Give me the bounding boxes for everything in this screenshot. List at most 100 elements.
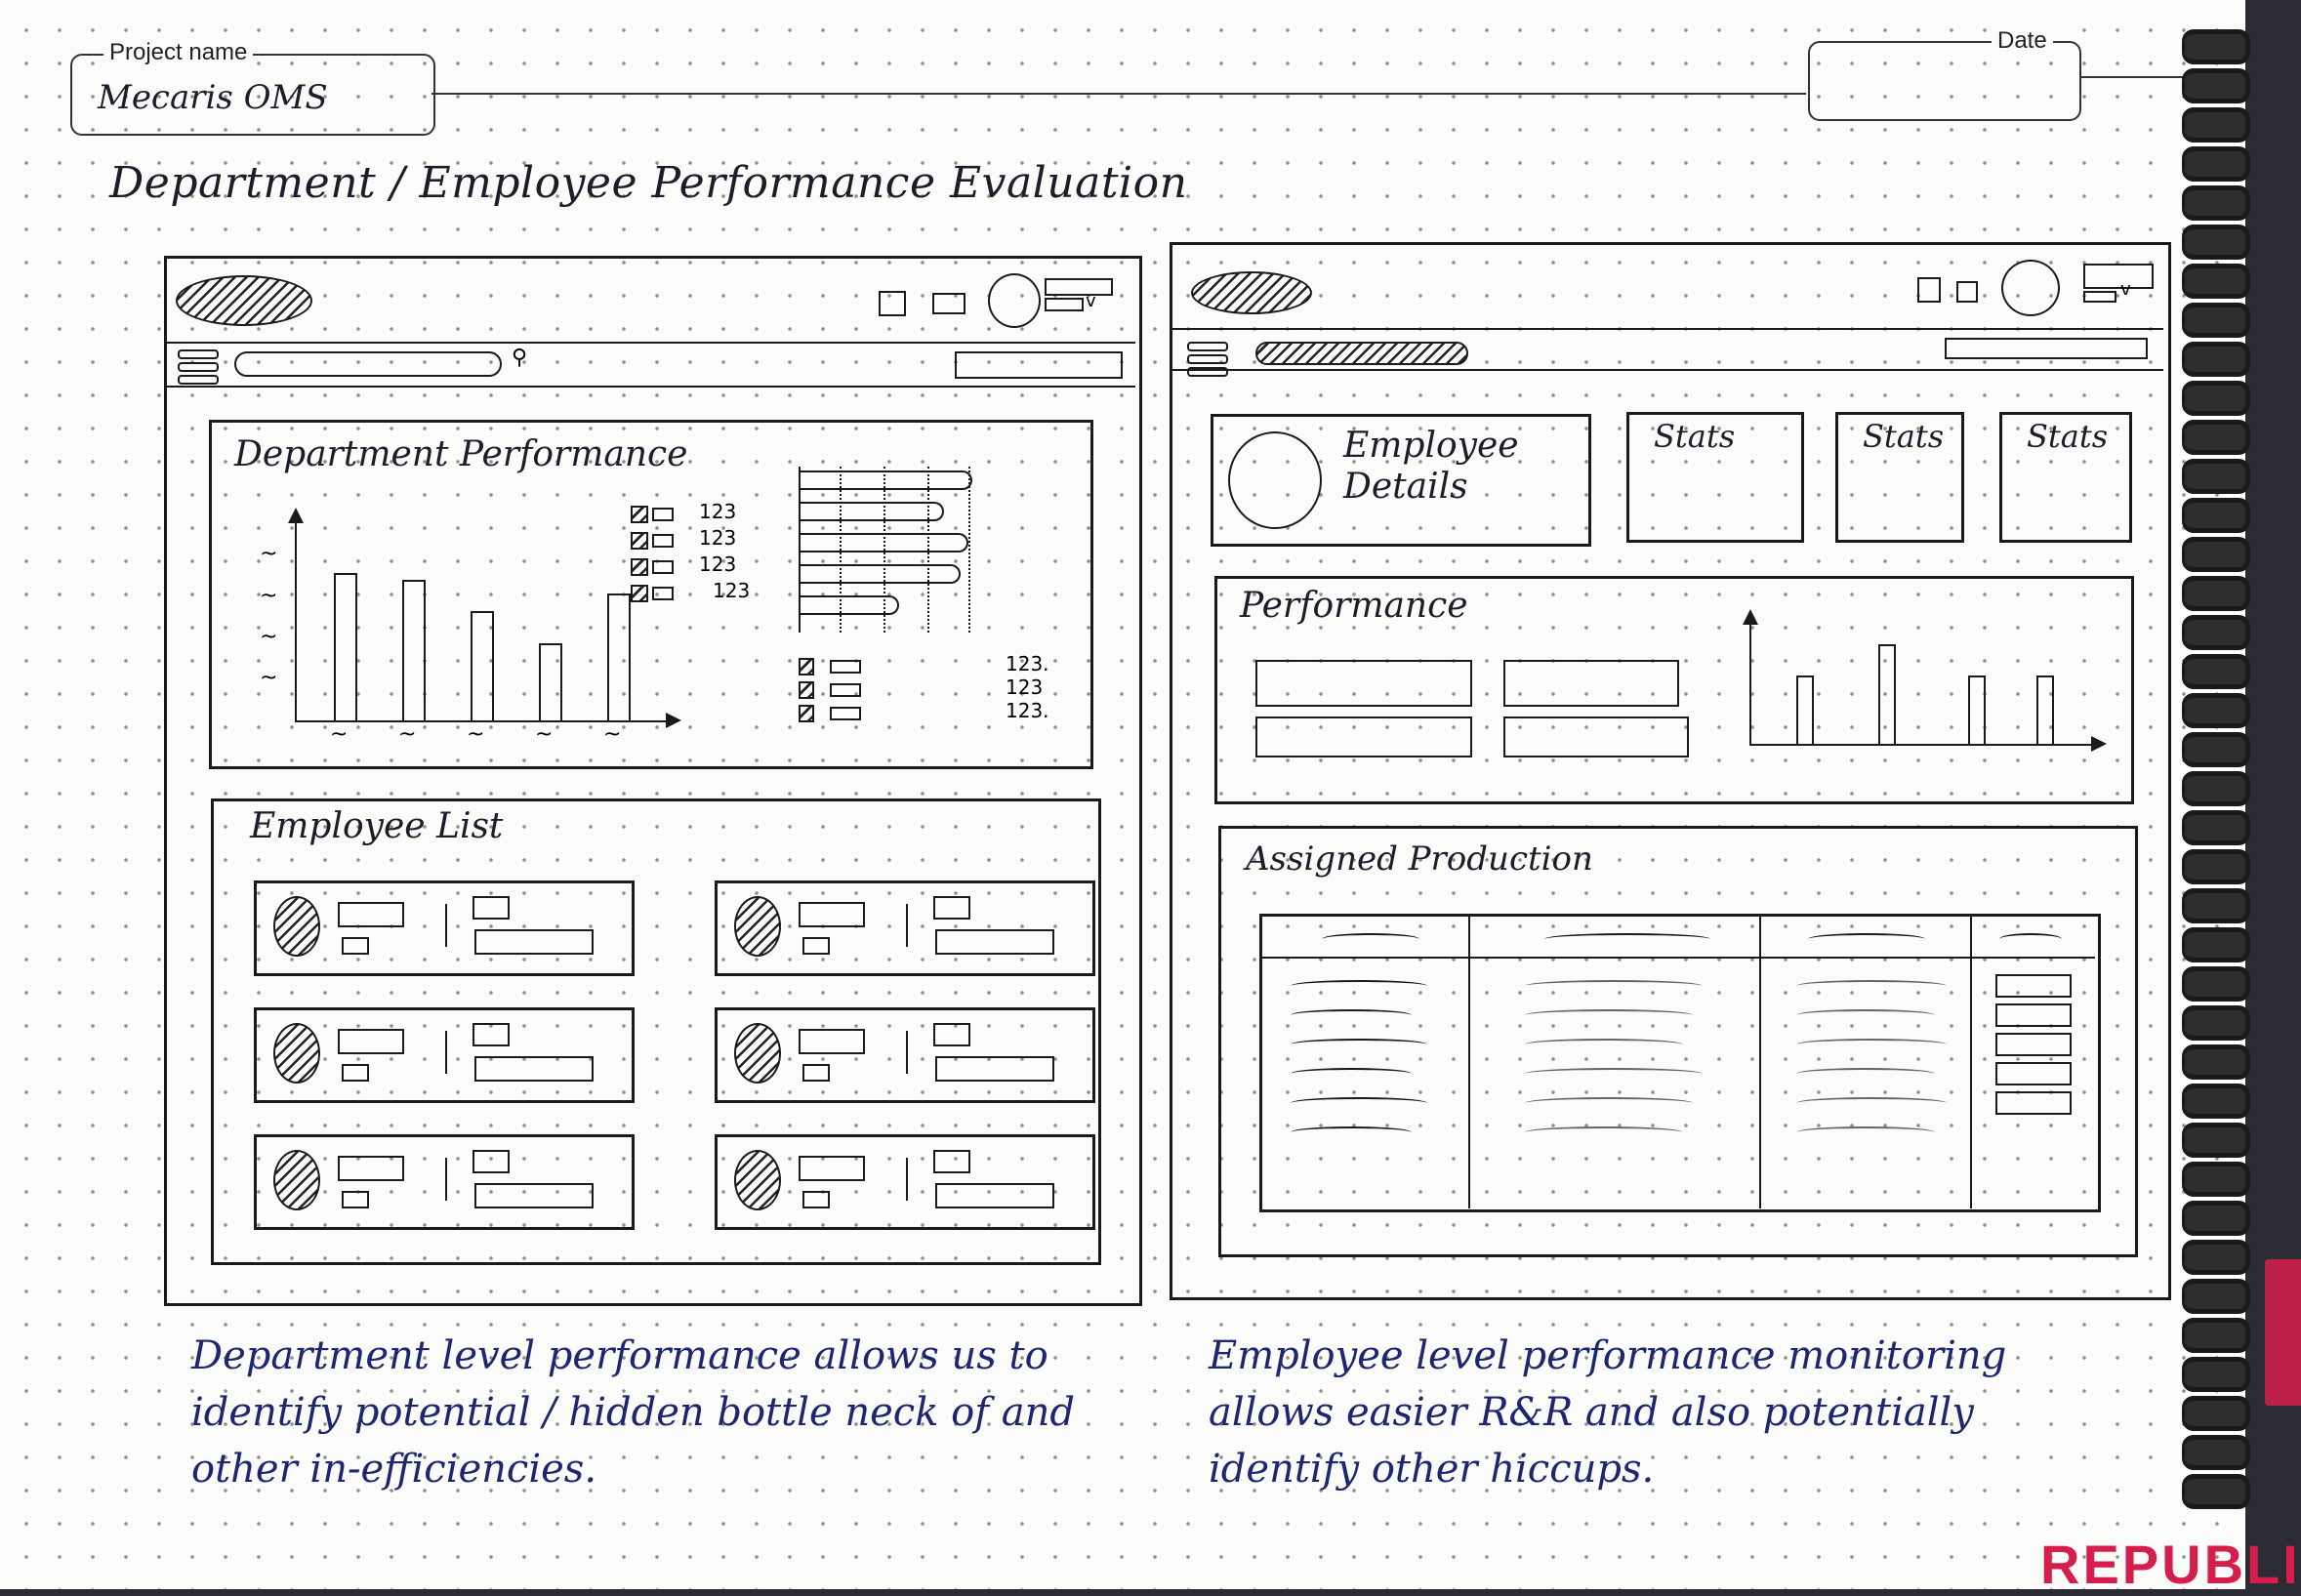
search-input[interactable] xyxy=(234,351,502,377)
employee-stat-bar xyxy=(474,929,594,955)
legend-value: 123 xyxy=(699,500,737,523)
avatar[interactable] xyxy=(2001,260,2060,316)
employee-name-placeholder xyxy=(338,1156,404,1181)
legend-swatch xyxy=(631,532,648,550)
hchart-grid xyxy=(883,467,885,633)
employee-name-placeholder xyxy=(799,902,865,927)
spiral-coil xyxy=(2182,1201,2250,1236)
chart-y-arrow xyxy=(288,508,304,523)
left-note: Department level performance allows us t… xyxy=(191,1333,1075,1492)
spiral-coil xyxy=(2182,420,2250,455)
employee-stat-placeholder xyxy=(933,896,970,920)
employee-photo xyxy=(1228,431,1322,529)
x-tick-label: ~ xyxy=(398,722,417,747)
chart-x-arrow xyxy=(666,713,681,728)
filter-field[interactable] xyxy=(1945,338,2148,359)
cover-mark xyxy=(2265,1259,2301,1406)
spiral-coil xyxy=(2182,615,2250,650)
spiral-coil xyxy=(2182,966,2250,1002)
spiral-coil xyxy=(2182,498,2250,533)
employee-meta-placeholder xyxy=(802,937,830,955)
assigned-production-title: Assigned Production xyxy=(1246,839,1593,879)
y-tick: ~ xyxy=(260,625,278,649)
employee-stat-bar xyxy=(474,1183,594,1208)
chart-bar xyxy=(607,593,631,722)
spiral-coil xyxy=(2182,1474,2250,1509)
user-menu-sub xyxy=(1045,298,1084,311)
employee-stat-bar xyxy=(474,1056,594,1082)
search-input[interactable] xyxy=(1255,342,1468,365)
chevron-down-icon[interactable]: v xyxy=(2120,279,2131,300)
department-performance-title: Department Performance xyxy=(234,434,688,474)
table-cell-placeholder xyxy=(1796,1039,1947,1050)
search-icon[interactable]: ⚲ xyxy=(512,346,527,370)
chart-y-axis xyxy=(295,517,297,722)
navbar-divider xyxy=(166,386,1135,388)
page-title: Department / Employee Performance Evalua… xyxy=(109,158,1188,208)
legend-label-placeholder xyxy=(830,660,861,674)
spiral-coil xyxy=(2182,732,2250,767)
employee-avatar xyxy=(734,1023,781,1084)
table-header-placeholder xyxy=(1999,933,2062,945)
legend-label-placeholder xyxy=(830,683,861,697)
date-label: Date xyxy=(1992,27,2053,55)
employee-meta-placeholder xyxy=(342,937,369,955)
spiral-coil xyxy=(2182,693,2250,728)
logo-placeholder xyxy=(1191,271,1312,314)
filter-field[interactable] xyxy=(955,351,1123,379)
avatar[interactable] xyxy=(988,273,1041,328)
kpi-box xyxy=(1503,660,1679,707)
employee-stat-placeholder xyxy=(473,1023,510,1046)
employee-name-placeholder xyxy=(799,1029,865,1054)
message-icon[interactable] xyxy=(1956,281,1978,303)
employee-card-divider xyxy=(906,1158,908,1201)
menu-icon[interactable] xyxy=(178,349,219,388)
table-cell-placeholder xyxy=(1291,1068,1412,1080)
employee-avatar xyxy=(273,1150,320,1210)
chart-bar xyxy=(402,580,426,722)
user-menu[interactable] xyxy=(2083,264,2154,289)
employee-card-divider xyxy=(906,904,908,947)
employee-stat-bar xyxy=(935,929,1054,955)
x-tick-label: ~ xyxy=(330,722,349,747)
spiral-coil xyxy=(2182,29,2250,64)
spiral-coil xyxy=(2182,1044,2250,1080)
spiral-coil xyxy=(2182,1123,2250,1158)
legend-swatch xyxy=(799,705,814,722)
legend-swatch xyxy=(799,681,814,699)
performance-bar xyxy=(2036,675,2054,746)
spiral-coil xyxy=(2182,1396,2250,1431)
employee-avatar xyxy=(734,1150,781,1210)
performance-bar xyxy=(1968,675,1986,746)
table-action-button xyxy=(1995,1003,2072,1027)
chevron-down-icon[interactable]: v xyxy=(1086,291,1096,311)
navbar-divider xyxy=(1171,369,2163,371)
legend-value: 123 xyxy=(699,552,737,576)
employee-card-divider xyxy=(445,1031,447,1074)
spiral-coil xyxy=(2182,576,2250,611)
legend-swatch xyxy=(631,558,648,576)
table-cell-placeholder xyxy=(1291,1097,1427,1109)
legend-swatch xyxy=(631,585,648,602)
x-tick-label: ~ xyxy=(603,722,622,747)
spiral-coil xyxy=(2182,537,2250,572)
message-icon[interactable] xyxy=(932,293,966,314)
menu-icon[interactable] xyxy=(1187,342,1228,380)
chart-bar xyxy=(539,642,562,722)
user-menu[interactable] xyxy=(1045,278,1113,296)
x-tick-label: ~ xyxy=(467,722,485,747)
table-cell-placeholder xyxy=(1796,1126,1935,1138)
hchart-grid xyxy=(840,467,842,633)
chart-bar xyxy=(334,572,357,722)
table-action-button xyxy=(1995,1033,2072,1056)
spiral-coil xyxy=(2182,146,2250,182)
table-cell-placeholder xyxy=(1525,1009,1693,1021)
notification-icon[interactable] xyxy=(879,291,906,316)
hchart-grid xyxy=(927,467,929,633)
perf-chart-y-axis xyxy=(1749,621,1751,746)
table-cell-placeholder xyxy=(1796,980,1947,992)
notification-icon[interactable] xyxy=(1917,277,1941,303)
hchart-bar xyxy=(799,471,973,490)
table-header-placeholder xyxy=(1322,933,1419,945)
spiral-coil xyxy=(2182,1240,2250,1275)
